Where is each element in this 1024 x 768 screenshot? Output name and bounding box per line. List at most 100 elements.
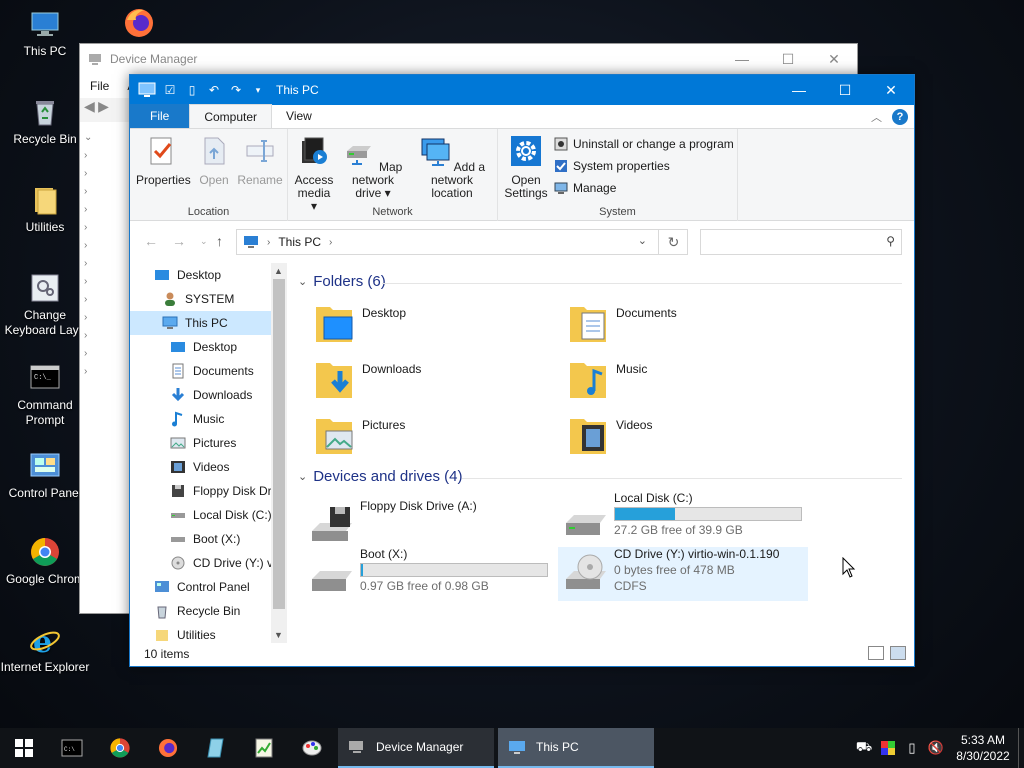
help-icon[interactable]: ? — [892, 109, 908, 125]
folder-downloads[interactable]: Downloads — [314, 357, 421, 401]
desktop-icon-this-pc[interactable]: This PC — [0, 8, 90, 59]
nav-item-system[interactable]: SYSTEM — [130, 287, 286, 311]
folder-videos[interactable]: Videos — [568, 413, 652, 457]
start-button[interactable] — [0, 728, 48, 768]
volume-muted-icon[interactable]: 🔇 — [924, 728, 948, 768]
scroll-up-icon[interactable]: ▲ — [274, 266, 283, 276]
undo-icon[interactable]: ↶ — [206, 82, 222, 98]
taskbar-firefox[interactable] — [144, 728, 192, 768]
drives-section-header[interactable]: ⌄ Devices and drives (4) — [298, 468, 462, 485]
tree-row[interactable]: › — [84, 218, 134, 236]
drive-cd-y[interactable]: CD Drive (Y:) virtio-win-0.1.190 0 bytes… — [558, 547, 808, 601]
tree-row[interactable]: › — [84, 164, 134, 182]
forward-arrow-icon[interactable]: → — [172, 233, 186, 249]
tree-row[interactable]: › — [84, 326, 134, 344]
minimize-button[interactable]: — — [719, 44, 765, 74]
manage-button[interactable]: Manage — [554, 181, 616, 195]
nav-item-recycle-bin[interactable]: Recycle Bin — [130, 599, 286, 623]
properties-quick-icon[interactable]: ☑ — [162, 82, 178, 98]
maximize-button[interactable]: ☐ — [822, 75, 868, 105]
details-view-icon[interactable] — [868, 646, 884, 660]
open-button[interactable]: Open — [196, 135, 232, 187]
nav-item-cd-drive[interactable]: CD Drive (Y:) vi — [130, 551, 286, 575]
tree-row[interactable]: › — [84, 146, 134, 164]
drive-floppy[interactable]: Floppy Disk Drive (A:) — [304, 499, 554, 551]
tree-row[interactable]: › — [84, 344, 134, 362]
search-input[interactable]: ⚲ — [700, 229, 902, 255]
close-button[interactable]: ✕ — [811, 44, 857, 74]
taskbar-app-paint[interactable] — [288, 728, 336, 768]
rename-button[interactable]: Rename — [236, 135, 284, 187]
map-network-drive-button[interactable]: Map network drive ▾ — [336, 135, 410, 200]
tree-row[interactable]: › — [84, 182, 134, 200]
up-arrow-icon[interactable]: ↑ — [216, 233, 223, 249]
explorer-titlebar[interactable]: ☑ ▯ ↶ ↷ ▾ This PC — ☐ ✕ — [130, 75, 914, 105]
desktop-icon-internet-explorer[interactable]: e Internet Explorer — [0, 624, 90, 675]
tree-row[interactable]: › — [84, 254, 134, 272]
tree-row[interactable]: › — [84, 200, 134, 218]
close-button[interactable]: ✕ — [868, 75, 914, 105]
open-settings-button[interactable]: Open Settings — [502, 135, 550, 200]
tree-row[interactable]: › — [84, 290, 134, 308]
menu-file[interactable]: File — [90, 79, 109, 93]
desktop-icon-utilities[interactable]: Utilities — [0, 184, 90, 235]
folders-section-header[interactable]: ⌄ Folders (6) — [298, 273, 386, 290]
nav-item-videos[interactable]: Videos — [130, 455, 286, 479]
system-properties-button[interactable]: System properties — [554, 159, 670, 173]
tab-computer[interactable]: Computer — [189, 104, 273, 128]
nav-item-this-pc[interactable]: This PC — [130, 311, 286, 335]
back-arrow-icon[interactable]: ← — [144, 233, 158, 249]
taskbar-chrome[interactable] — [96, 728, 144, 768]
desktop-icon-firefox[interactable] — [122, 6, 156, 40]
taskbar-task-this-pc[interactable]: This PC — [498, 728, 654, 768]
add-network-location-button[interactable]: Add a network location — [410, 135, 494, 200]
access-media-button[interactable]: Access media ▾ — [294, 135, 334, 213]
customize-quick-access-icon[interactable]: ▾ — [250, 82, 266, 98]
desktop-icon-command-prompt[interactable]: C:\_ Command Prompt — [0, 362, 90, 428]
nav-item-desktop-sub[interactable]: Desktop — [130, 335, 286, 359]
desktop-icon-recycle-bin[interactable]: Recycle Bin — [0, 96, 90, 147]
uninstall-program-button[interactable]: Uninstall or change a program — [554, 137, 734, 151]
folder-desktop[interactable]: Desktop — [314, 301, 406, 345]
refresh-button[interactable]: ↻ — [658, 229, 688, 255]
drive-boot-x[interactable]: Boot (X:) 0.97 GB free of 0.98 GB — [304, 547, 554, 599]
recent-locations-icon[interactable]: ⌄ — [200, 236, 208, 247]
drive-local-disk-c[interactable]: Local Disk (C:) 27.2 GB free of 39.9 GB — [558, 491, 808, 543]
back-arrow-icon[interactable]: ◀ — [80, 98, 95, 114]
tab-view[interactable]: View — [272, 104, 326, 128]
new-folder-quick-icon[interactable]: ▯ — [184, 82, 200, 98]
color-tray-icon[interactable] — [876, 728, 900, 768]
collapse-ribbon-icon[interactable]: ︿ — [871, 109, 882, 125]
chevron-down-icon[interactable]: ⌄ — [638, 234, 647, 247]
desktop-icon-control-panel[interactable]: Control Panel — [0, 450, 90, 501]
forward-arrow-icon[interactable]: ▶ — [98, 98, 109, 114]
explorer-window[interactable]: ☑ ▯ ↶ ↷ ▾ This PC — ☐ ✕ File Computer Vi… — [129, 74, 915, 667]
show-desktop-button[interactable] — [1018, 728, 1024, 768]
tree-row[interactable]: › — [84, 236, 134, 254]
address-field[interactable]: › This PC › ⌄ — [236, 229, 688, 255]
nav-scrollbar[interactable]: ▲ ▼ — [271, 263, 287, 643]
nav-item-boot[interactable]: Boot (X:) — [130, 527, 286, 551]
tree-row[interactable]: › — [84, 362, 134, 380]
tree-row[interactable]: › — [84, 272, 134, 290]
breadcrumb-this-pc[interactable]: This PC — [278, 235, 321, 249]
tree-row[interactable]: ⌄ — [84, 128, 134, 146]
usb-tray-icon[interactable]: ▯ — [900, 728, 924, 768]
tree-row[interactable]: › — [84, 308, 134, 326]
clock[interactable]: 5:33 AM 8/30/2022 — [948, 732, 1018, 764]
taskbar-command-prompt[interactable]: C:\ — [48, 728, 96, 768]
redo-icon[interactable]: ↷ — [228, 82, 244, 98]
nav-item-desktop[interactable]: Desktop — [130, 263, 286, 287]
desktop-icon-google-chrome[interactable]: Google Chrom — [0, 536, 90, 587]
folder-music[interactable]: Music — [568, 357, 647, 401]
folder-documents[interactable]: Documents — [568, 301, 677, 345]
tab-file[interactable]: File — [130, 104, 190, 128]
folder-pictures[interactable]: Pictures — [314, 413, 405, 457]
properties-button[interactable]: Properties — [136, 135, 191, 187]
scroll-down-icon[interactable]: ▼ — [274, 630, 283, 640]
nav-item-local-disk[interactable]: Local Disk (C:) — [130, 503, 286, 527]
nav-item-downloads[interactable]: Downloads — [130, 383, 286, 407]
taskbar-app-chart[interactable] — [240, 728, 288, 768]
nav-item-utilities[interactable]: Utilities — [130, 623, 286, 643]
minimize-button[interactable]: — — [776, 75, 822, 105]
